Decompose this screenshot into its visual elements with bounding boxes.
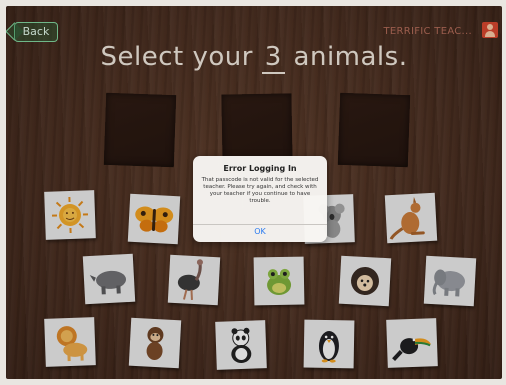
- app-screen: Back TERRIFIC TEAC... Select your 3 anim…: [6, 6, 502, 379]
- dialog-message: That passcode is not valid for the selec…: [201, 177, 319, 204]
- dialog-divider: [193, 224, 327, 225]
- ok-button[interactable]: OK: [193, 227, 327, 236]
- dialog-title: Error Logging In: [223, 164, 297, 173]
- error-dialog: Error Logging In That passcode is not va…: [193, 156, 327, 242]
